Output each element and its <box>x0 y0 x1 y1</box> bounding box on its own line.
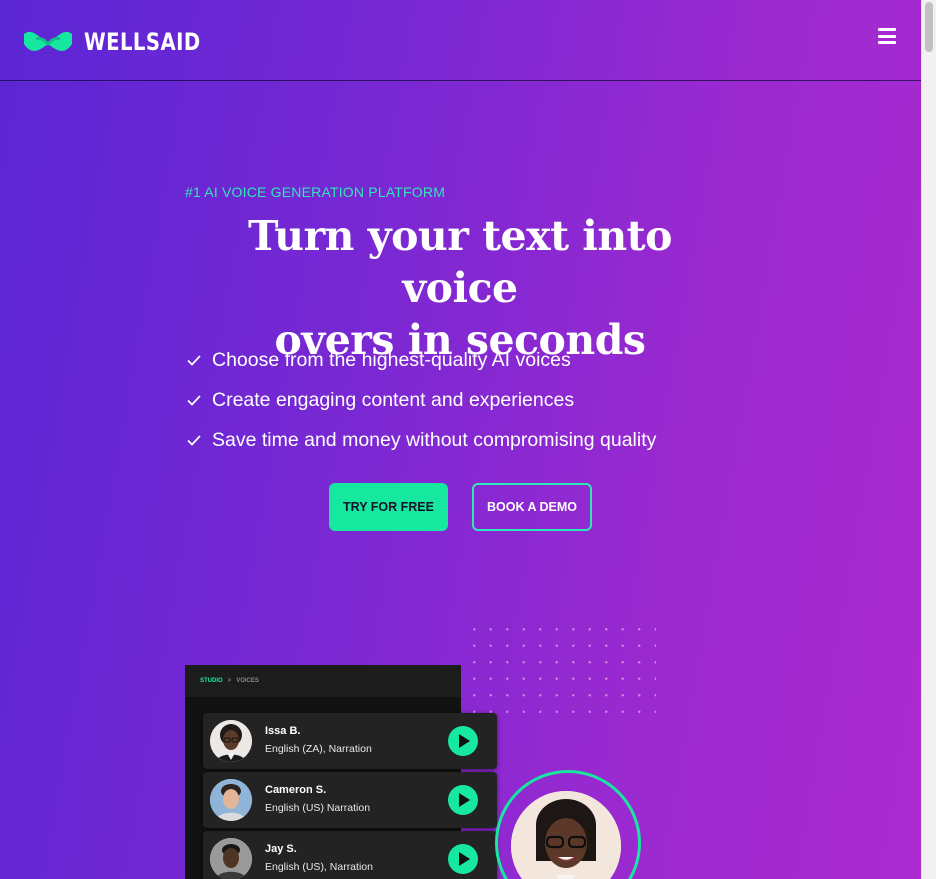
brand-logo[interactable]: WELLSAID <box>24 28 226 56</box>
feature-item: Create engaging content and experiences <box>185 380 656 420</box>
voice-description: English (ZA), Narration <box>265 743 372 755</box>
studio-breadcrumb: STUDIO > VOICES <box>185 665 461 697</box>
brand-name: WELLSAID <box>84 28 201 56</box>
person-portrait-icon <box>210 779 252 821</box>
hamburger-menu-icon[interactable] <box>878 28 896 44</box>
breadcrumb-separator: > <box>227 678 232 684</box>
featured-voice-portrait <box>511 791 621 879</box>
play-button[interactable] <box>448 844 478 874</box>
wellsaid-logo-icon <box>24 31 72 51</box>
site-header: WELLSAID <box>0 0 921 81</box>
feature-item: Save time and money without compromising… <box>185 420 656 460</box>
avatar <box>210 720 252 762</box>
checkmark-icon <box>187 355 201 366</box>
page-scrollbar[interactable] <box>921 0 936 879</box>
voice-card[interactable]: Jay S. English (US), Narration <box>203 831 497 879</box>
voice-name: Issa B. <box>265 725 301 737</box>
breadcrumb-studio[interactable]: STUDIO <box>200 678 223 684</box>
breadcrumb-voices: VOICES <box>236 678 259 684</box>
feature-text: Choose from the highest-quality AI voice… <box>212 348 571 371</box>
play-button[interactable] <box>448 726 478 756</box>
book-a-demo-button[interactable]: BOOK A DEMO <box>472 483 592 531</box>
voice-description: English (US), Narration <box>265 861 373 873</box>
play-button[interactable] <box>448 785 478 815</box>
featured-voice-avatar <box>495 770 641 879</box>
voice-card[interactable]: Cameron S. English (US) Narration <box>203 772 497 828</box>
person-portrait-icon <box>210 838 252 879</box>
landing-page: WELLSAID #1 AI VOICE GENERATION PLATFORM… <box>0 0 921 879</box>
checkmark-icon <box>187 435 201 446</box>
feature-list: Choose from the highest-quality AI voice… <box>185 340 656 460</box>
feature-item: Choose from the highest-quality AI voice… <box>185 340 656 380</box>
voice-card[interactable]: Issa B. English (ZA), Narration <box>203 713 497 769</box>
voice-name: Jay S. <box>265 843 297 855</box>
person-portrait-icon <box>210 720 252 762</box>
feature-text: Create engaging content and experiences <box>212 388 575 411</box>
avatar <box>210 838 252 879</box>
scrollbar-thumb[interactable] <box>925 2 933 52</box>
feature-text: Save time and money without compromising… <box>212 428 657 451</box>
person-portrait-icon <box>511 791 621 879</box>
headline-line-1: Turn your text into voice <box>248 212 672 312</box>
voice-name: Cameron S. <box>265 784 327 796</box>
try-for-free-button[interactable]: TRY FOR FREE <box>329 483 448 531</box>
decorative-dot-grid <box>466 621 656 713</box>
hero-eyebrow: #1 AI VOICE GENERATION PLATFORM <box>185 184 446 200</box>
checkmark-icon <box>187 395 201 406</box>
avatar <box>210 779 252 821</box>
voice-description: English (US) Narration <box>265 802 371 814</box>
